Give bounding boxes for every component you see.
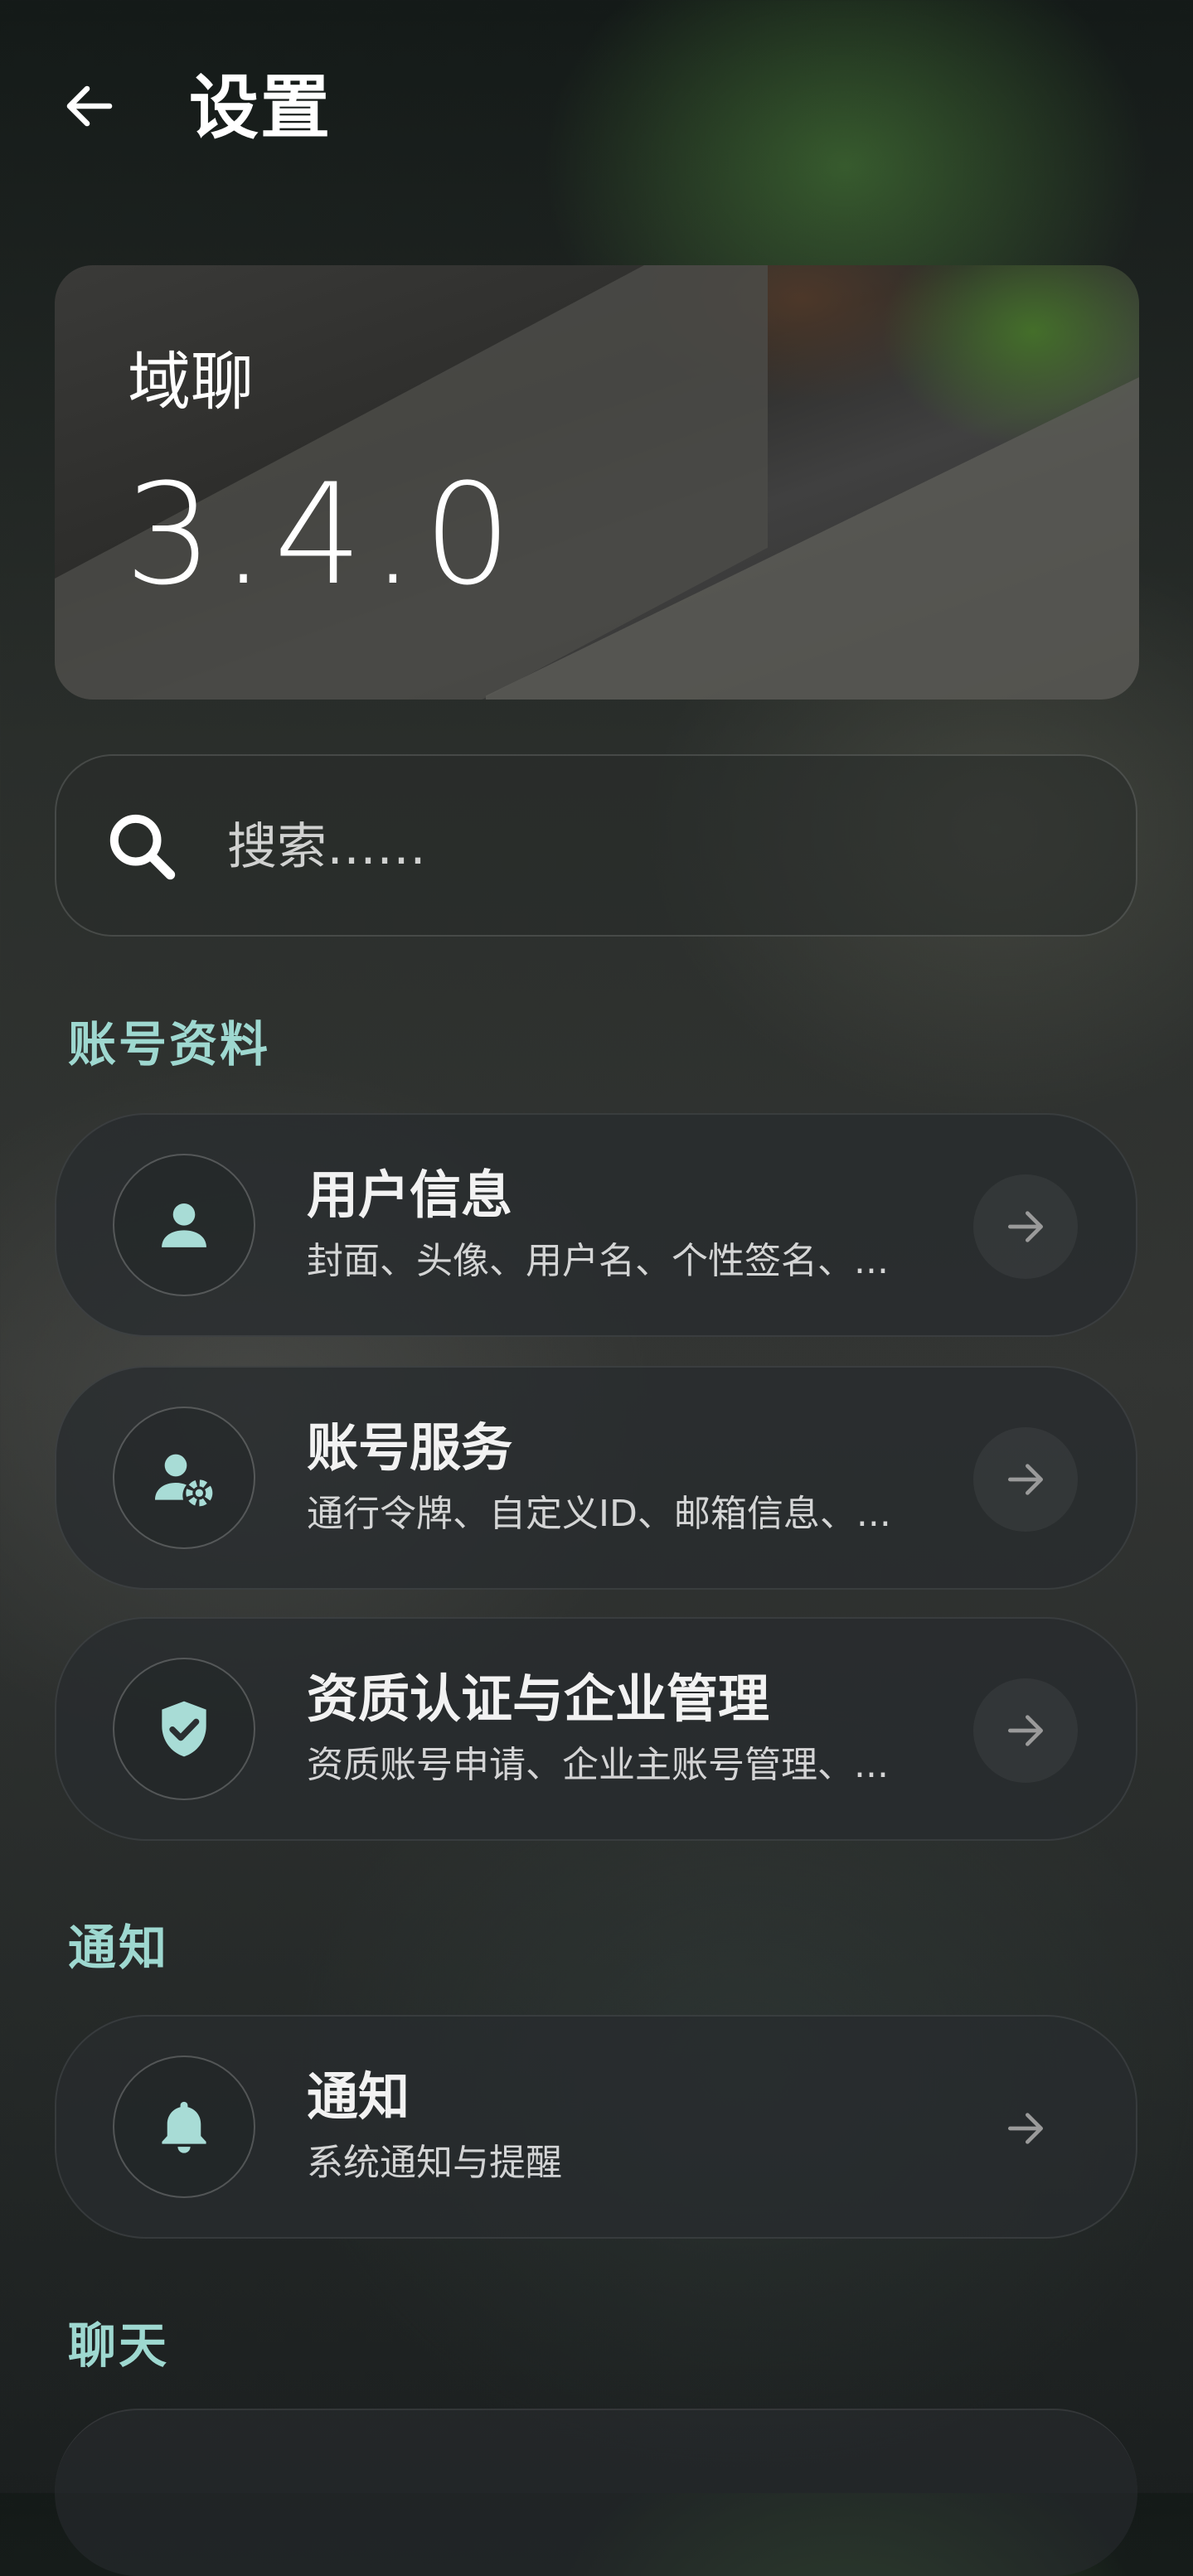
user-icon (162, 1203, 206, 1247)
search-placeholder: 搜索…… (227, 818, 426, 876)
search-input[interactable]: 搜索…… (55, 754, 1137, 937)
chevron-right-button[interactable] (973, 1174, 1078, 1279)
item-title: 资质认证与企业管理 (307, 1668, 770, 1729)
settings-item-account-services[interactable]: 账号服务 通行令牌、自定义ID、邮箱信息、... (55, 1366, 1137, 1590)
chevron-right-button[interactable] (973, 2076, 1078, 2181)
user-icon-container (113, 1154, 255, 1296)
settings-item-qualification-enterprise[interactable]: 资质认证与企业管理 资质账号申请、企业主账号管理、... (55, 1617, 1137, 1841)
item-title: 通知 (307, 2066, 410, 2127)
arrow-right-icon (1008, 1464, 1043, 1495)
item-subtitle: 资质账号申请、企业主账号管理、... (307, 1744, 889, 1786)
app-version: 3.4.0 (124, 453, 521, 616)
section-title-notifications: 通知 (68, 1920, 170, 1976)
section-title-chat: 聊天 (68, 2317, 170, 2374)
app-version-banner: 域聊 3.4.0 (55, 265, 1139, 700)
back-button[interactable] (56, 73, 123, 139)
bell-icon-container (113, 2055, 255, 2198)
arrow-right-icon (1008, 1715, 1043, 1746)
settings-item-chat-partial[interactable] (55, 2409, 1137, 2576)
chevron-right-button[interactable] (973, 1427, 1078, 1532)
shield-check-icon-container (113, 1658, 255, 1800)
shield-check-icon (162, 1701, 206, 1757)
item-subtitle: 封面、头像、用户名、个性签名、... (307, 1240, 889, 1282)
search-icon (109, 814, 176, 880)
settings-item-notifications[interactable]: 通知 系统通知与提醒 (55, 2015, 1137, 2239)
app-name: 域聊 (128, 345, 254, 419)
bell-icon (162, 2101, 206, 2153)
arrow-right-icon (1008, 1211, 1043, 1242)
user-gear-icon (155, 1454, 213, 1507)
arrow-left-icon (66, 85, 113, 127)
settings-item-user-info[interactable]: 用户信息 封面、头像、用户名、个性签名、... (55, 1113, 1137, 1337)
arrow-right-icon (1008, 2113, 1043, 2144)
section-title-account: 账号资料 (68, 1016, 271, 1073)
chevron-right-button[interactable] (973, 1678, 1078, 1783)
user-gear-icon-container (113, 1407, 255, 1549)
item-subtitle: 系统通知与提醒 (307, 2142, 562, 2184)
item-title: 账号服务 (307, 1417, 513, 1478)
page-title: 设置 (189, 67, 332, 148)
item-title: 用户信息 (307, 1165, 513, 1225)
item-subtitle: 通行令牌、自定义ID、邮箱信息、... (307, 1493, 891, 1535)
top-bar: 设置 (0, 0, 1193, 215)
